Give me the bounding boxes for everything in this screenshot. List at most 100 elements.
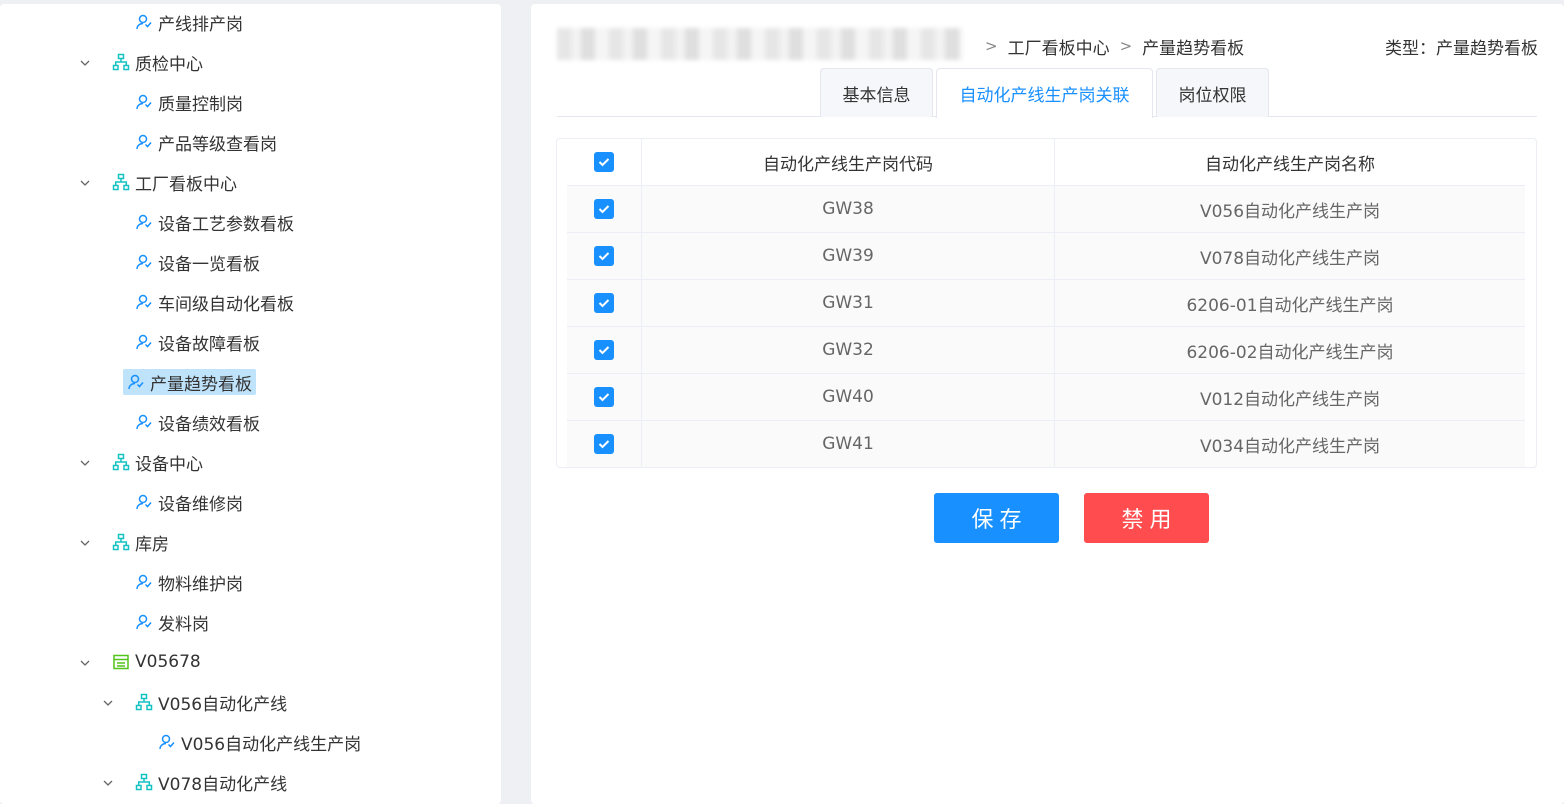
- select-cell: [567, 186, 642, 232]
- tree-node[interactable]: 质量控制岗: [135, 89, 243, 115]
- tree-node[interactable]: 物料维护岗: [135, 569, 243, 595]
- save-button[interactable]: 保存: [934, 493, 1059, 543]
- row-checkbox[interactable]: [594, 199, 614, 219]
- table-row: GW39 V078自动化产线生产岗: [567, 233, 1525, 280]
- tree-node[interactable]: V056自动化产线生产岗: [158, 729, 361, 755]
- tree-node[interactable]: 产线排产岗: [135, 9, 243, 35]
- tree-node-label: 设备中心: [135, 454, 203, 475]
- tree-node[interactable]: V056自动化产线: [135, 689, 287, 715]
- org-tree-panel: 产线排产岗质检中心质量控制岗产品等级查看岗工厂看板中心设备工艺参数看板 设备一览看…: [0, 4, 501, 804]
- tree-node-label: 设备绩效看板: [158, 414, 260, 435]
- user-icon: [135, 413, 153, 431]
- select-cell: [567, 280, 642, 326]
- tree-node[interactable]: 质检中心: [112, 49, 203, 75]
- table-row: GW32 6206-02自动化产线生产岗: [567, 327, 1525, 374]
- org-chart-icon: [112, 533, 130, 551]
- org-chart-icon: [135, 693, 153, 711]
- chevron-down-icon[interactable]: [78, 455, 92, 469]
- cell-name: V012自动化产线生产岗: [1199, 389, 1381, 410]
- user-icon: [135, 213, 153, 231]
- tree-node-label: 质量控制岗: [158, 94, 243, 115]
- association-table: 自动化产线生产岗代码 自动化产线生产岗名称 GW38 V056自动化产线生产岗 GW39…: [556, 138, 1537, 468]
- tree-node[interactable]: V078自动化产线: [135, 769, 287, 795]
- org-chart-icon: [112, 53, 130, 71]
- row-checkbox[interactable]: [594, 340, 614, 360]
- cell-name: V078自动化产线生产岗: [1199, 248, 1381, 269]
- breadcrumb: > 工厂看板中心 > 产量趋势看板: [975, 34, 1244, 59]
- cell-code: GW40: [642, 374, 1055, 420]
- tree-node[interactable]: 设备一览看板: [135, 249, 260, 275]
- factory-icon: [112, 653, 130, 671]
- tree-node-label: 工厂看板中心: [135, 174, 237, 195]
- tree-node-label: V056自动化产线生产岗: [181, 734, 362, 755]
- table-header-row: 自动化产线生产岗代码 自动化产线生产岗名称: [567, 139, 1525, 186]
- tree-node-label: 设备故障看板: [158, 334, 260, 355]
- cell-code: GW38: [642, 186, 1055, 232]
- table-row: GW31 6206-01自动化产线生产岗: [567, 280, 1525, 327]
- breadcrumb-separator: >: [1119, 37, 1133, 55]
- chevron-down-icon[interactable]: [78, 655, 92, 669]
- tree-node[interactable]: V05678: [112, 649, 201, 675]
- org-chart-icon: [112, 453, 130, 471]
- tab-line-post-association[interactable]: 自动化产线生产岗关联: [936, 68, 1153, 118]
- tree-node-label: 设备一览看板: [158, 254, 260, 275]
- breadcrumb-item[interactable]: 工厂看板中心: [1008, 34, 1110, 59]
- row-checkbox[interactable]: [594, 246, 614, 266]
- row-checkbox[interactable]: [594, 434, 614, 454]
- tree-node-label: V056自动化产线: [158, 694, 288, 715]
- cell-name: 6206-01自动化产线生产岗: [1186, 295, 1394, 316]
- tree-node[interactable]: 设备维修岗: [135, 489, 243, 515]
- cell-name: V056自动化产线生产岗: [1199, 201, 1381, 222]
- chevron-down-icon[interactable]: [101, 775, 115, 789]
- type-info: 类型：产量趋势看板: [1385, 39, 1538, 59]
- column-header-name: 自动化产线生产岗名称: [1205, 154, 1375, 175]
- tree-node[interactable]: 设备中心: [112, 449, 203, 475]
- select-cell: [567, 374, 642, 420]
- table-row: GW41 V034自动化产线生产岗: [567, 421, 1525, 468]
- tree-node[interactable]: 产量趋势看板: [123, 369, 256, 395]
- disable-button[interactable]: 禁用: [1084, 493, 1209, 543]
- row-checkbox[interactable]: [594, 387, 614, 407]
- tree-node-label: 设备工艺参数看板: [158, 214, 294, 235]
- tree-node-label: 发料岗: [158, 614, 209, 635]
- breadcrumb-separator: >: [985, 37, 998, 55]
- chevron-down-icon[interactable]: [78, 55, 92, 69]
- select-all-cell: [567, 139, 642, 185]
- chevron-down-icon[interactable]: [101, 695, 115, 709]
- chevron-down-icon[interactable]: [78, 175, 92, 189]
- user-icon: [135, 133, 153, 151]
- tree-node[interactable]: 设备绩效看板: [135, 409, 260, 435]
- tree-node-label: 产线排产岗: [158, 14, 243, 35]
- tree-node-label: 库房: [135, 534, 169, 555]
- tree-node[interactable]: 设备故障看板: [135, 329, 260, 355]
- column-header-code: 自动化产线生产岗代码: [642, 139, 1055, 185]
- tree-node-label: 产品等级查看岗: [158, 134, 277, 155]
- tab-basic-info[interactable]: 基本信息: [820, 68, 933, 117]
- tree-node[interactable]: 库房: [112, 529, 169, 555]
- table-row: GW38 V056自动化产线生产岗: [567, 186, 1525, 233]
- tree-node-label: 物料维护岗: [158, 574, 243, 595]
- tree-node[interactable]: 工厂看板中心: [112, 169, 237, 195]
- user-icon: [135, 613, 153, 631]
- cell-code: GW31: [642, 280, 1055, 326]
- tree-node[interactable]: 发料岗: [135, 609, 209, 635]
- tree-node[interactable]: 设备工艺参数看板: [135, 209, 294, 235]
- user-icon: [135, 573, 153, 591]
- tree-node-label: 车间级自动化看板: [158, 294, 294, 315]
- user-icon: [135, 13, 153, 31]
- select-all-checkbox[interactable]: [594, 152, 614, 172]
- tree-node[interactable]: 车间级自动化看板: [135, 289, 294, 315]
- row-checkbox[interactable]: [594, 293, 614, 313]
- cell-code: GW39: [642, 233, 1055, 279]
- cell-name: 6206-02自动化产线生产岗: [1186, 342, 1394, 363]
- tab-post-permissions[interactable]: 岗位权限: [1156, 68, 1269, 117]
- user-icon: [158, 733, 176, 751]
- select-cell: [567, 327, 642, 373]
- select-cell: [567, 421, 642, 467]
- user-icon: [135, 253, 153, 271]
- tree-node[interactable]: 产品等级查看岗: [135, 129, 277, 155]
- cell-code: GW41: [642, 421, 1055, 467]
- cell-code: GW32: [642, 327, 1055, 373]
- chevron-down-icon[interactable]: [78, 535, 92, 549]
- user-icon: [135, 93, 153, 111]
